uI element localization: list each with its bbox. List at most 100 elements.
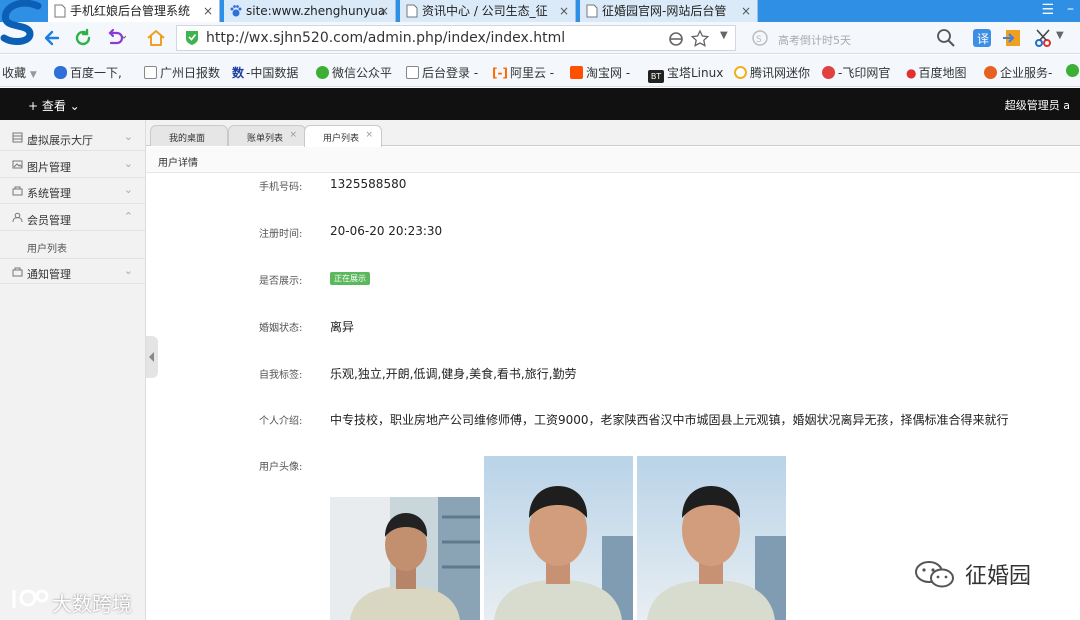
dropdown-icon[interactable]: ▼ xyxy=(720,30,728,41)
data-icon: 数 xyxy=(232,66,245,80)
ie-mode-icon[interactable] xyxy=(666,29,686,49)
close-tab-icon[interactable]: × xyxy=(379,0,389,22)
chevron-left-icon xyxy=(149,352,154,362)
tab-bill-list[interactable]: 账单列表 × xyxy=(228,125,306,146)
bookmark-label: 阿里云 - xyxy=(509,66,555,80)
browser-tab-label: site:www.zhenghunyua xyxy=(246,4,386,18)
sidebar-item-notifications[interactable]: 通知管理 ⌄ xyxy=(0,258,145,284)
self-tags-label: 自我标签: xyxy=(259,370,303,381)
browser-nav-bar: http://wx.sjhn520.com/admin.php/index/in… xyxy=(0,22,1080,54)
sidebar-item-system[interactable]: 系统管理 ⌄ xyxy=(0,178,145,204)
search-box[interactable]: S xyxy=(744,26,958,50)
bookmark-item[interactable] xyxy=(1066,64,1080,78)
browser-tab-label: 征婚园官网-网站后台管 xyxy=(602,4,727,18)
browser-tab-label: 资讯中心 / 公司生态_征 xyxy=(422,4,548,18)
sidebar-item-label: 图片管理 xyxy=(27,161,71,174)
bookmark-item[interactable]: [-] 阿里云 - xyxy=(492,64,554,81)
dropdown-icon[interactable]: ▼ xyxy=(1056,30,1064,41)
sidebar-item-label: 虚拟展示大厅 xyxy=(27,134,93,147)
close-tab-icon[interactable]: × xyxy=(365,130,373,140)
sidebar-item-images[interactable]: 图片管理 ⌄ xyxy=(0,152,145,178)
sidebar-subitem-user-list[interactable]: 用户列表 xyxy=(0,232,145,258)
sidebar-item-virtual-hall[interactable]: 虚拟展示大厅 ⌄ xyxy=(0,125,145,151)
browser-tab-official[interactable]: 征婚园官网-网站后台管 × xyxy=(580,0,758,22)
bookmark-label: 微信公众平 xyxy=(332,66,393,80)
system-icon xyxy=(12,186,23,196)
star-icon[interactable] xyxy=(690,29,710,49)
back-icon[interactable] xyxy=(42,27,64,49)
bookmark-item[interactable]: 数 -中国数据 xyxy=(232,64,298,81)
undo-icon[interactable] xyxy=(104,27,126,49)
close-tab-icon[interactable]: × xyxy=(203,0,213,22)
intro-label: 个人介绍: xyxy=(259,416,303,427)
notice-icon xyxy=(12,267,23,277)
show-status-label: 是否展示: xyxy=(259,276,303,287)
page-icon xyxy=(406,4,418,18)
avatar-photo[interactable] xyxy=(484,456,633,620)
bookmark-label: 广州日报数 xyxy=(160,66,221,80)
bt-panel-icon: BT xyxy=(648,70,664,83)
extension-icon[interactable] xyxy=(1002,27,1022,49)
bookmarks-bar: 收藏 ▼ 百度一下, 广州日报数 数 -中国数据 微信公众平 后台登录 - [-]… xyxy=(0,55,1080,87)
search-input[interactable]: 高考倒计时5天 xyxy=(778,32,851,48)
tab-user-list[interactable]: 用户列表 × xyxy=(304,125,382,147)
register-time-value: 20-06-20 20:23:30 xyxy=(330,224,443,238)
bookmark-label: -中国数据 xyxy=(246,66,299,80)
chevron-up-icon: ⌃ xyxy=(123,210,133,223)
bookmark-item[interactable]: BT 宝塔Linux xyxy=(648,64,723,83)
watermark-right: 征婚园 xyxy=(965,564,1032,589)
close-tab-icon[interactable]: × xyxy=(741,0,751,22)
browser-tab-news[interactable]: 资讯中心 / 公司生态_征 × xyxy=(400,0,576,22)
browser-tab-site[interactable]: site:www.zhenghunyua × xyxy=(224,0,396,22)
map-pin-icon: ● xyxy=(906,66,917,80)
sidebar-collapse-handle[interactable] xyxy=(146,336,158,378)
browser-tab-admin[interactable]: 手机红娘后台管理系统 × xyxy=(48,0,220,22)
view-menu-button[interactable]: + 查看 ⌄ xyxy=(28,97,80,114)
phone-value: 1325588580 xyxy=(330,177,407,191)
bookmark-item[interactable]: 广州日报数 xyxy=(144,64,220,81)
bookmark-item[interactable]: 微信公众平 xyxy=(316,64,392,81)
bookmark-item[interactable]: 百度一下, xyxy=(54,64,122,81)
bookmark-item[interactable]: 腾讯网迷你 xyxy=(734,64,810,81)
svg-text:S: S xyxy=(756,35,762,45)
close-tab-icon[interactable]: × xyxy=(289,130,297,140)
image-icon xyxy=(12,160,23,169)
translate-icon[interactable]: 译 xyxy=(972,27,992,49)
wechat-icon xyxy=(915,561,954,588)
browser-menu-icon[interactable]: ☰ xyxy=(1041,2,1054,18)
refresh-icon[interactable] xyxy=(72,27,94,49)
scissors-icon[interactable] xyxy=(1034,27,1054,49)
admin-user-label[interactable]: 超级管理员 a xyxy=(1005,97,1070,113)
bookmark-item[interactable]: 后台登录 - xyxy=(406,64,478,81)
avatar-photo[interactable] xyxy=(330,497,480,620)
bookmark-item[interactable]: -飞印网官 xyxy=(822,64,890,81)
bookmark-label: 百度地图 xyxy=(918,66,967,80)
bookmark-label: 宝塔Linux xyxy=(667,66,724,80)
sidebar-item-members[interactable]: 会员管理 ⌃ xyxy=(0,205,145,231)
watermark-logo-icon xyxy=(12,589,49,608)
baidu-paw-icon xyxy=(54,66,67,79)
marital-status-label: 婚姻状态: xyxy=(259,323,303,334)
sidebar-item-label: 系统管理 xyxy=(27,187,71,200)
browser-tab-bar: 手机红娘后台管理系统 × site:www.zhenghunyua × 资讯中心… xyxy=(0,0,1080,45)
sidebar: 虚拟展示大厅 ⌄ 图片管理 ⌄ 系统管理 ⌄ 会员管理 ⌃ 用户列表 通知管理 … xyxy=(0,120,146,620)
avatar-photo[interactable] xyxy=(637,456,786,620)
bookmark-item[interactable]: 企业服务- xyxy=(984,64,1052,81)
url-text[interactable]: http://wx.sjhn520.com/admin.php/index/in… xyxy=(206,30,565,46)
home-icon[interactable] xyxy=(145,27,167,49)
bookmark-item[interactable]: ● 百度地图 xyxy=(906,64,967,81)
wechat-icon xyxy=(1066,64,1079,77)
browser-logo-icon xyxy=(0,0,42,45)
dropdown-icon: ▼ xyxy=(29,70,37,80)
minimize-icon[interactable]: – xyxy=(1067,1,1074,17)
svg-text:译: 译 xyxy=(977,32,989,46)
chevron-down-icon: ⌄ xyxy=(123,183,133,196)
bookmark-item[interactable]: 淘宝网 - xyxy=(570,64,630,81)
tab-my-desktop[interactable]: 我的桌面 xyxy=(150,125,228,146)
bookmark-item[interactable]: 收藏 ▼ xyxy=(2,64,37,81)
search-icon[interactable] xyxy=(936,28,956,48)
admin-top-bar: + 查看 ⌄ 超级管理员 a xyxy=(0,88,1080,120)
bookmark-label: 企业服务- xyxy=(1000,66,1053,80)
close-tab-icon[interactable]: × xyxy=(559,0,569,22)
sidebar-item-label: 会员管理 xyxy=(27,214,71,227)
